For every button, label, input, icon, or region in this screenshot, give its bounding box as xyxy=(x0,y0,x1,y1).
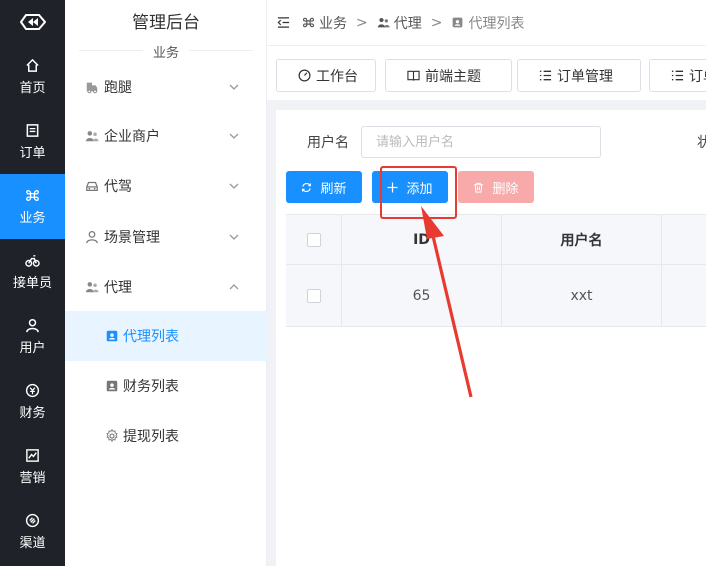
annotation-arrow xyxy=(421,206,473,398)
